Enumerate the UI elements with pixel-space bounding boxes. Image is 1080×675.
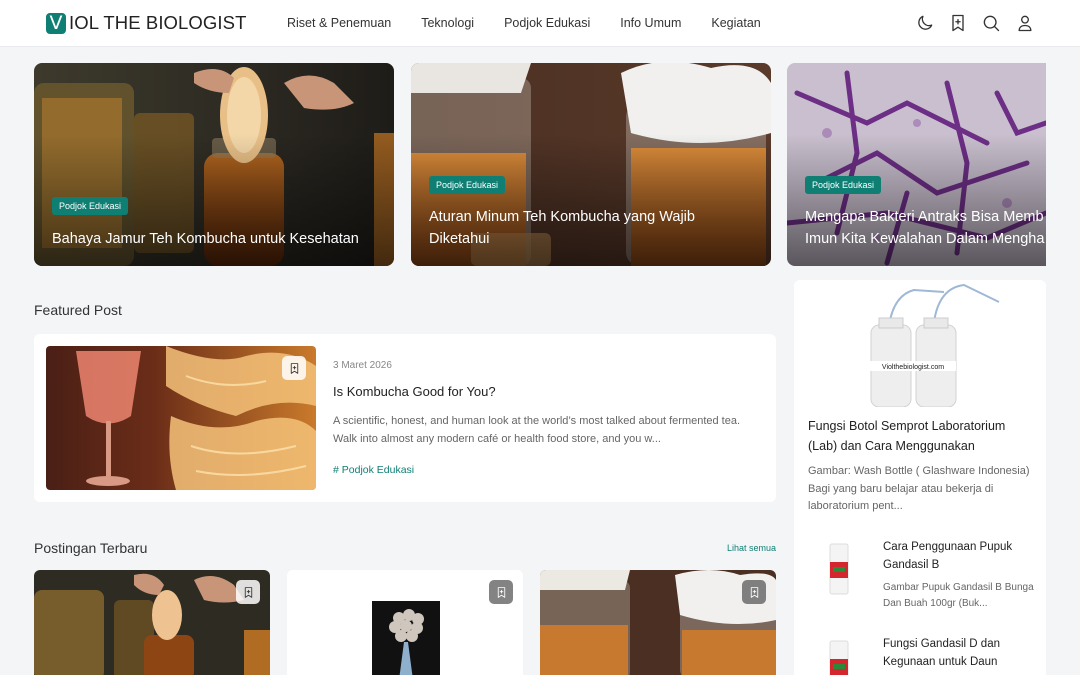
logo-letter: V [46, 12, 66, 34]
sidebar-post-excerpt: Gambar: Wash Bottle ( Glashware Indonesi… [808, 465, 1030, 512]
hero-title-line: Diketahui [429, 231, 490, 247]
hero-title-line: Bahaya Jamur Teh Kombucha untuk Kesehata… [52, 231, 359, 247]
latest-post-image [287, 570, 523, 675]
site-header: V IOL THE BIOLOGIST Riset & Penemuan Tek… [0, 0, 1080, 47]
post-tag[interactable]: # Podjok Edukasi [333, 464, 414, 476]
hero-card[interactable]: Podjok Edukasi Bahaya Jamur Teh Kombucha… [34, 63, 394, 266]
post-excerpt: A scientific, honest, and human look at … [333, 415, 741, 445]
latest-post-image [34, 570, 270, 675]
site-logo[interactable]: V IOL THE BIOLOGIST [46, 12, 247, 34]
hero-title-line: Aturan Minum Teh Kombucha yang Wajib [429, 209, 695, 225]
user-icon[interactable] [1015, 13, 1035, 33]
logo-text: IOL THE BIOLOGIST [69, 12, 247, 33]
category-badge[interactable]: Podjok Edukasi [429, 176, 506, 194]
bookmark-button[interactable] [236, 580, 260, 604]
sidebar-post-title[interactable]: Fungsi Botol Semprot Laboratorium (Lab) … [808, 416, 1034, 456]
nav-item-kegiatan[interactable]: Kegiatan [711, 16, 760, 30]
hero-title[interactable]: Bahaya Jamur Teh Kombucha untuk Kesehata… [52, 228, 380, 250]
search-icon[interactable] [981, 13, 1001, 33]
latest-post-card[interactable] [287, 570, 523, 675]
latest-post-card[interactable] [34, 570, 270, 675]
hero-card[interactable]: Podjok Edukasi Mengapa Bakteri Antraks B… [787, 63, 1046, 266]
sidebar-item-excerpt: Gambar Pupuk Gandasil B Bunga Dan Buah 1… [883, 582, 1034, 609]
bookmark-button[interactable] [282, 356, 306, 380]
sidebar-popular-posts: Violthebiologist.com Fungsi Botol Sempro… [794, 280, 1046, 675]
nav-item-podjok-edukasi[interactable]: Podjok Edukasi [504, 16, 590, 30]
image-caption: Violthebiologist.com [882, 364, 944, 371]
bookmark-button[interactable] [489, 580, 513, 604]
sidebar-item-title[interactable]: Cara Penggunaan Pupuk Gandasil B [883, 539, 1038, 574]
nav-item-info-umum[interactable]: Info Umum [620, 16, 681, 30]
post-date: 3 Maret 2026 [333, 360, 392, 371]
latest-section-title: Postingan Terbaru [34, 540, 148, 556]
main-nav: Riset & Penemuan Teknologi Podjok Edukas… [287, 16, 791, 30]
nav-item-riset[interactable]: Riset & Penemuan [287, 16, 391, 30]
bookmark-icon [290, 362, 298, 374]
sidebar-featured-image[interactable]: Violthebiologist.com [794, 280, 1046, 407]
featured-section-title: Featured Post [34, 302, 122, 318]
sidebar-item-image[interactable] [808, 635, 870, 675]
latest-post-card[interactable] [540, 570, 776, 675]
see-all-link[interactable]: Lihat semua [727, 543, 776, 553]
hero-title-line: Imun Kita Kewalahan Dalam Mengha [805, 231, 1045, 247]
sidebar-item-image[interactable] [808, 538, 870, 600]
post-title[interactable]: Is Kombucha Good for You? [333, 384, 496, 399]
bookmark-icon [750, 586, 758, 598]
sidebar-item-title[interactable]: Fungsi Gandasil D dan Kegunaan untuk Dau… [883, 636, 1038, 671]
latest-post-image [540, 570, 776, 675]
featured-post-card[interactable]: 3 Maret 2026 Is Kombucha Good for You? A… [34, 334, 776, 502]
bookmark-button[interactable] [742, 580, 766, 604]
bookmark-icon[interactable] [948, 13, 968, 33]
hero-title[interactable]: Aturan Minum Teh Kombucha yang Wajib Dik… [429, 206, 757, 250]
nav-item-teknologi[interactable]: Teknologi [421, 16, 474, 30]
bookmark-icon [497, 586, 505, 598]
category-badge[interactable]: Podjok Edukasi [805, 176, 882, 194]
category-badge[interactable]: Podjok Edukasi [52, 197, 129, 215]
hero-title-line: Mengapa Bakteri Antraks Bisa Memb [805, 209, 1044, 225]
bookmark-icon [244, 586, 252, 598]
moon-icon[interactable] [915, 13, 935, 33]
hero-title[interactable]: Mengapa Bakteri Antraks Bisa Memb Imun K… [805, 206, 1046, 250]
featured-image [46, 346, 316, 490]
hero-card[interactable]: Podjok Edukasi Aturan Minum Teh Kombucha… [411, 63, 771, 266]
